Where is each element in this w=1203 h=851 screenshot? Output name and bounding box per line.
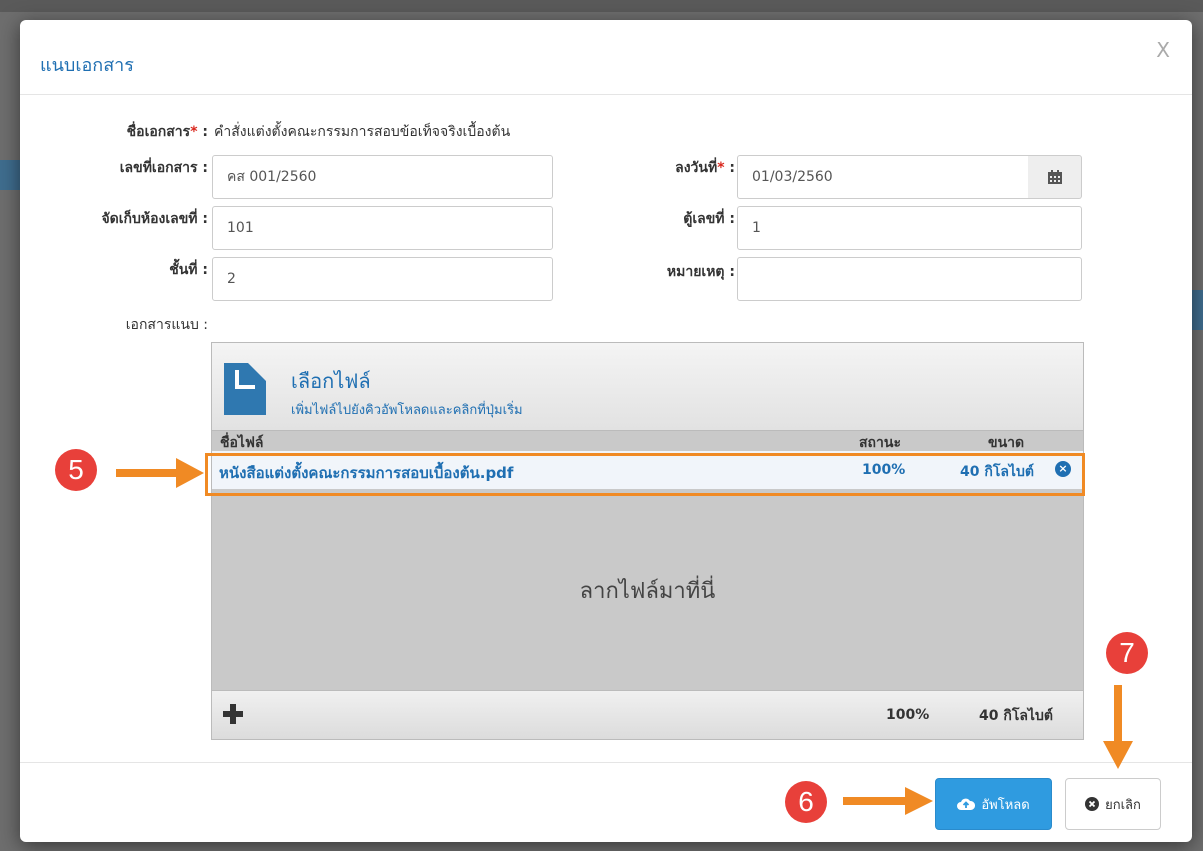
cloud-upload-icon	[957, 798, 976, 810]
colon: :	[197, 124, 208, 140]
uploader-footer: 100% 40 กิโลไบต์	[212, 690, 1083, 739]
highlight-file-row	[205, 453, 1085, 496]
cabinet-input[interactable]	[737, 206, 1082, 250]
remark-label: หมายเหตุ :	[666, 264, 735, 280]
upload-label: อัพโหลด	[981, 797, 1030, 813]
required-marker: *	[190, 124, 198, 140]
upload-button[interactable]: อัพโหลด	[935, 778, 1052, 830]
background-page	[0, 0, 1203, 12]
file-icon	[224, 363, 266, 415]
choose-file-subtitle: เพิ่มไฟล์ไปยังคิวอัพโหลดและคลิกที่ปุ่มเร…	[291, 403, 523, 418]
step-badge-6: 6	[785, 781, 827, 823]
background-nav-hint-right	[1192, 290, 1203, 330]
floor-input[interactable]	[212, 257, 553, 301]
modal-title: แนบเอกสาร	[40, 55, 134, 76]
step-badge-7: 7	[1106, 632, 1148, 674]
colon: :	[724, 160, 735, 176]
date-label: ลงวันที่* :	[675, 157, 735, 179]
remark-input[interactable]	[737, 257, 1082, 301]
file-uploader: เลือกไฟล์ เพิ่มไฟล์ไปยังคิวอัพโหลดและคลิ…	[211, 342, 1084, 740]
doc-no-input[interactable]	[212, 155, 553, 199]
doc-name-value: คำสั่งแต่งตั้งคณะกรรมการสอบข้อเท็จจริงเบ…	[214, 124, 511, 140]
floor-label: ชั้นที่ :	[169, 262, 208, 278]
arrow-right-icon	[843, 787, 933, 815]
date-input[interactable]	[737, 155, 1029, 199]
doc-name-label: ชื่อเอกสาร* :	[127, 121, 208, 143]
drop-zone-text: ลากไฟล์มาที่นี่	[579, 579, 716, 604]
doc-name-label-text: ชื่อเอกสาร	[126, 124, 191, 140]
modal-footer: อัพโหลด ยกเลิก	[20, 762, 1192, 843]
choose-file-area[interactable]: เลือกไฟล์ เพิ่มไฟล์ไปยังคิวอัพโหลดและคลิ…	[212, 343, 1083, 431]
total-size: 40 กิโลไบต์	[979, 708, 1053, 724]
calendar-icon	[1047, 170, 1062, 184]
calendar-button[interactable]	[1028, 155, 1082, 199]
cancel-label: ยกเลิก	[1105, 797, 1141, 813]
cancel-button[interactable]: ยกเลิก	[1065, 778, 1161, 830]
add-file-icon[interactable]	[222, 703, 244, 725]
cabinet-label: ตู้เลขที่ :	[683, 211, 735, 227]
room-input[interactable]	[212, 206, 553, 250]
doc-no-label: เลขที่เอกสาร :	[119, 160, 208, 176]
arrow-right-icon	[116, 458, 204, 488]
choose-file-title[interactable]: เลือกไฟล์	[291, 365, 371, 397]
step-badge-5: 5	[55, 449, 97, 491]
total-percent: 100%	[886, 707, 930, 723]
background-nav-hint	[0, 160, 20, 190]
close-circle-icon	[1085, 797, 1100, 811]
room-label: จัดเก็บห้องเลขที่ :	[101, 211, 208, 227]
date-label-text: ลงวันที่	[675, 160, 718, 176]
required-marker: *	[717, 160, 725, 176]
attachment-label: เอกสารแนบ :	[125, 317, 208, 333]
modal-header: แนบเอกสาร X	[20, 20, 1192, 95]
close-button[interactable]: X	[1156, 38, 1170, 62]
attach-document-modal: แนบเอกสาร X ชื่อเอกสาร* : คำสั่งแต่งตั้ง…	[20, 20, 1192, 842]
arrow-down-icon	[1103, 685, 1133, 769]
